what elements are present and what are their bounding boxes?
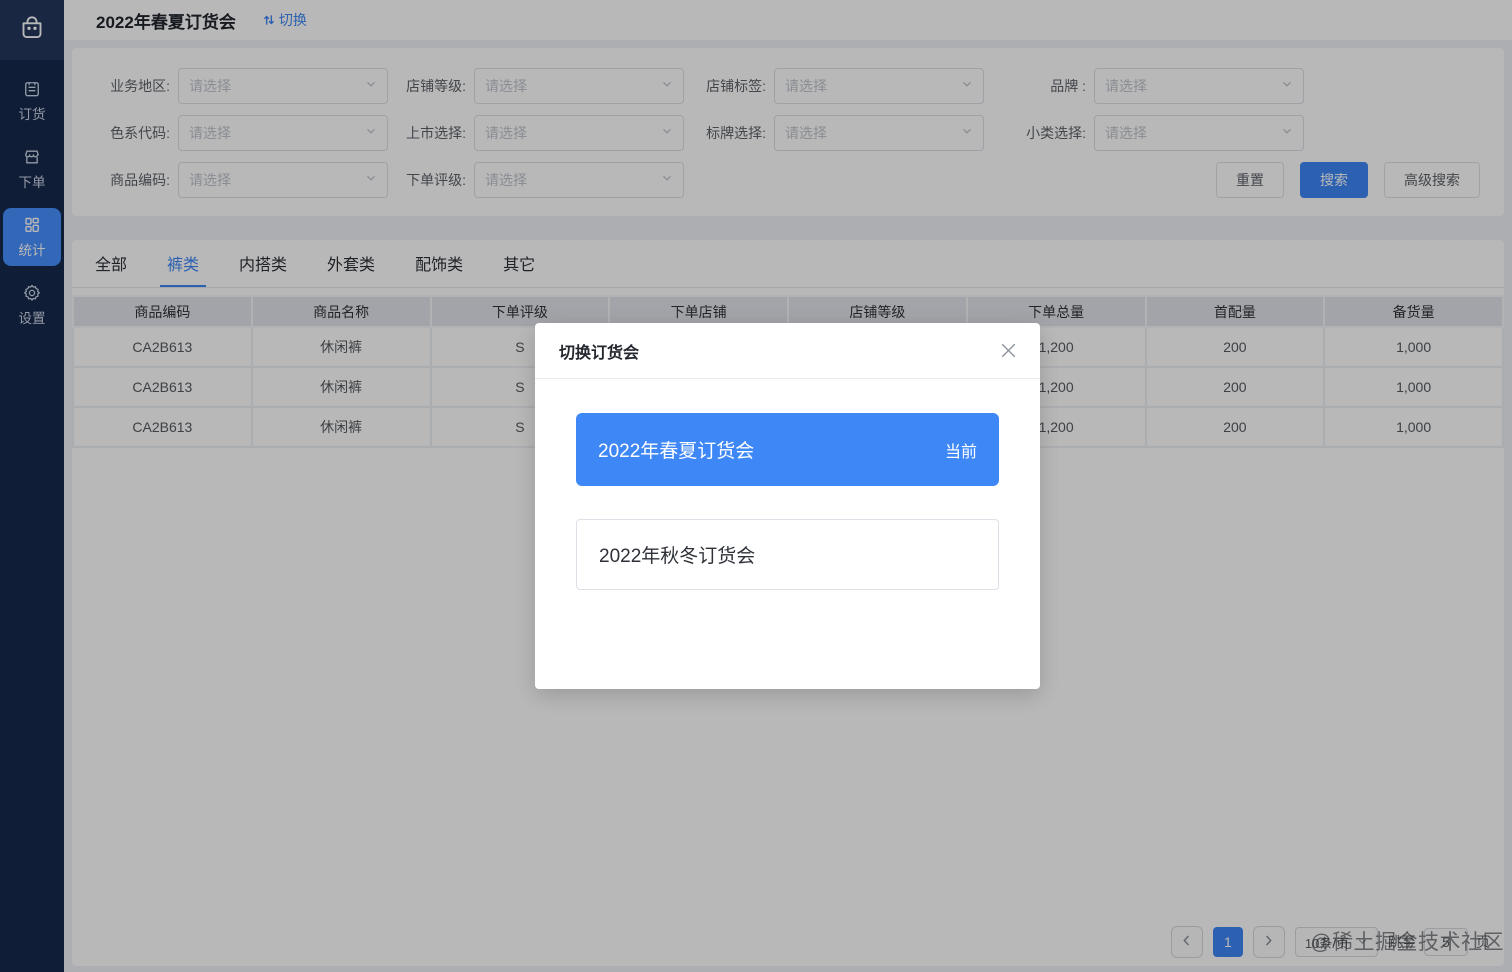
fair-option-label: 2022年秋冬订货会	[599, 546, 756, 567]
watermark: @稀土掘金技术社区	[1310, 931, 1504, 954]
modal-title: 切换订货会	[559, 344, 640, 362]
modal-body: 2022年春夏订货会 当前 2022年秋冬订货会	[535, 379, 1040, 623]
close-icon[interactable]	[1001, 343, 1016, 358]
modal-header: 切换订货会	[535, 323, 1040, 379]
fair-option-current[interactable]: 2022年春夏订货会 当前	[576, 413, 999, 486]
fair-option-other[interactable]: 2022年秋冬订货会	[576, 519, 999, 590]
current-badge: 当前	[944, 443, 977, 461]
fair-option-label: 2022年春夏订货会	[598, 441, 755, 462]
switch-fair-modal: 切换订货会 2022年春夏订货会 当前 2022年秋冬订货会	[535, 323, 1040, 689]
